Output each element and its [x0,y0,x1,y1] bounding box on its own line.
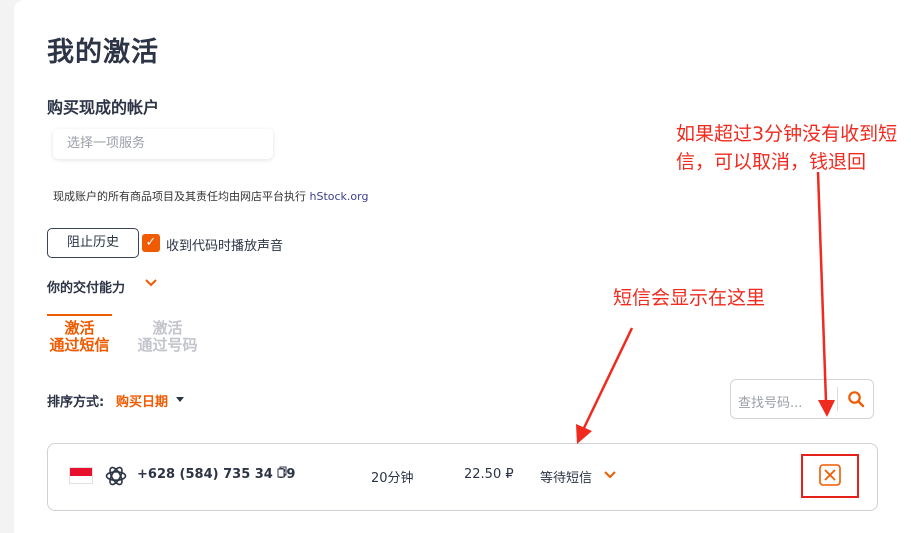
notice-body: 现成账户的所有商品项目及其责任均由网店平台执行 [53,190,310,203]
indonesia-flag-icon [69,467,93,484]
chevron-down-icon[interactable] [603,469,617,481]
service-select[interactable]: 选择一项服务 [53,129,273,159]
sort-dropdown[interactable]: 购买日期 [116,391,168,410]
search-icon[interactable] [847,390,865,408]
status-text[interactable]: 等待短信 [540,467,592,486]
search-divider [837,387,838,411]
sort-label: 排序方式: [47,395,105,410]
tab-line2: 通过短信 [49,336,110,354]
play-sound-label: 收到代码时播放声音 [166,239,284,254]
notice-link[interactable]: hStock.org [310,190,369,203]
activation-row: +628 (584) 735 34 39 20分钟 22.50 ₽ 等待短信 [47,443,878,511]
chevron-down-icon[interactable] [144,276,158,290]
search-box[interactable]: 查找号码... [730,379,874,419]
tab-line2: 通过号码 [137,336,198,354]
purchase-heading: 购买现成的帐户 [47,98,160,117]
block-history-button[interactable]: 阻止历史 [47,228,139,258]
notice-text: 现成账户的所有商品项目及其责任均由网店平台执行 hStock.org [53,188,368,204]
search-input[interactable]: 查找号码... [738,392,802,411]
duration: 20分钟 [371,471,414,486]
phone-number: +628 (584) 735 34 39 [137,467,296,482]
annotation-sms-note: 短信会显示在这里 [613,287,766,309]
cancel-icon[interactable] [819,464,841,486]
tab-sms-activation[interactable]: 激活 通过短信 [47,314,112,354]
capacity-label[interactable]: 你的交付能力 [47,277,125,296]
caret-down-icon[interactable] [176,397,184,402]
copy-icon[interactable] [277,466,287,478]
price: 22.50 ₽ [464,467,514,482]
play-sound-checkbox[interactable]: ✓ [142,234,160,252]
annotation-cancel-note: 如果超过3分钟没有收到短信，可以取消，钱退回 [676,123,898,173]
tab-number-activation[interactable]: 激活 通过号码 [135,316,200,354]
page-title: 我的激活 [47,37,159,68]
openai-icon [105,466,127,486]
tab-line1: 激活 [152,319,183,337]
tab-line1: 激活 [64,319,95,337]
